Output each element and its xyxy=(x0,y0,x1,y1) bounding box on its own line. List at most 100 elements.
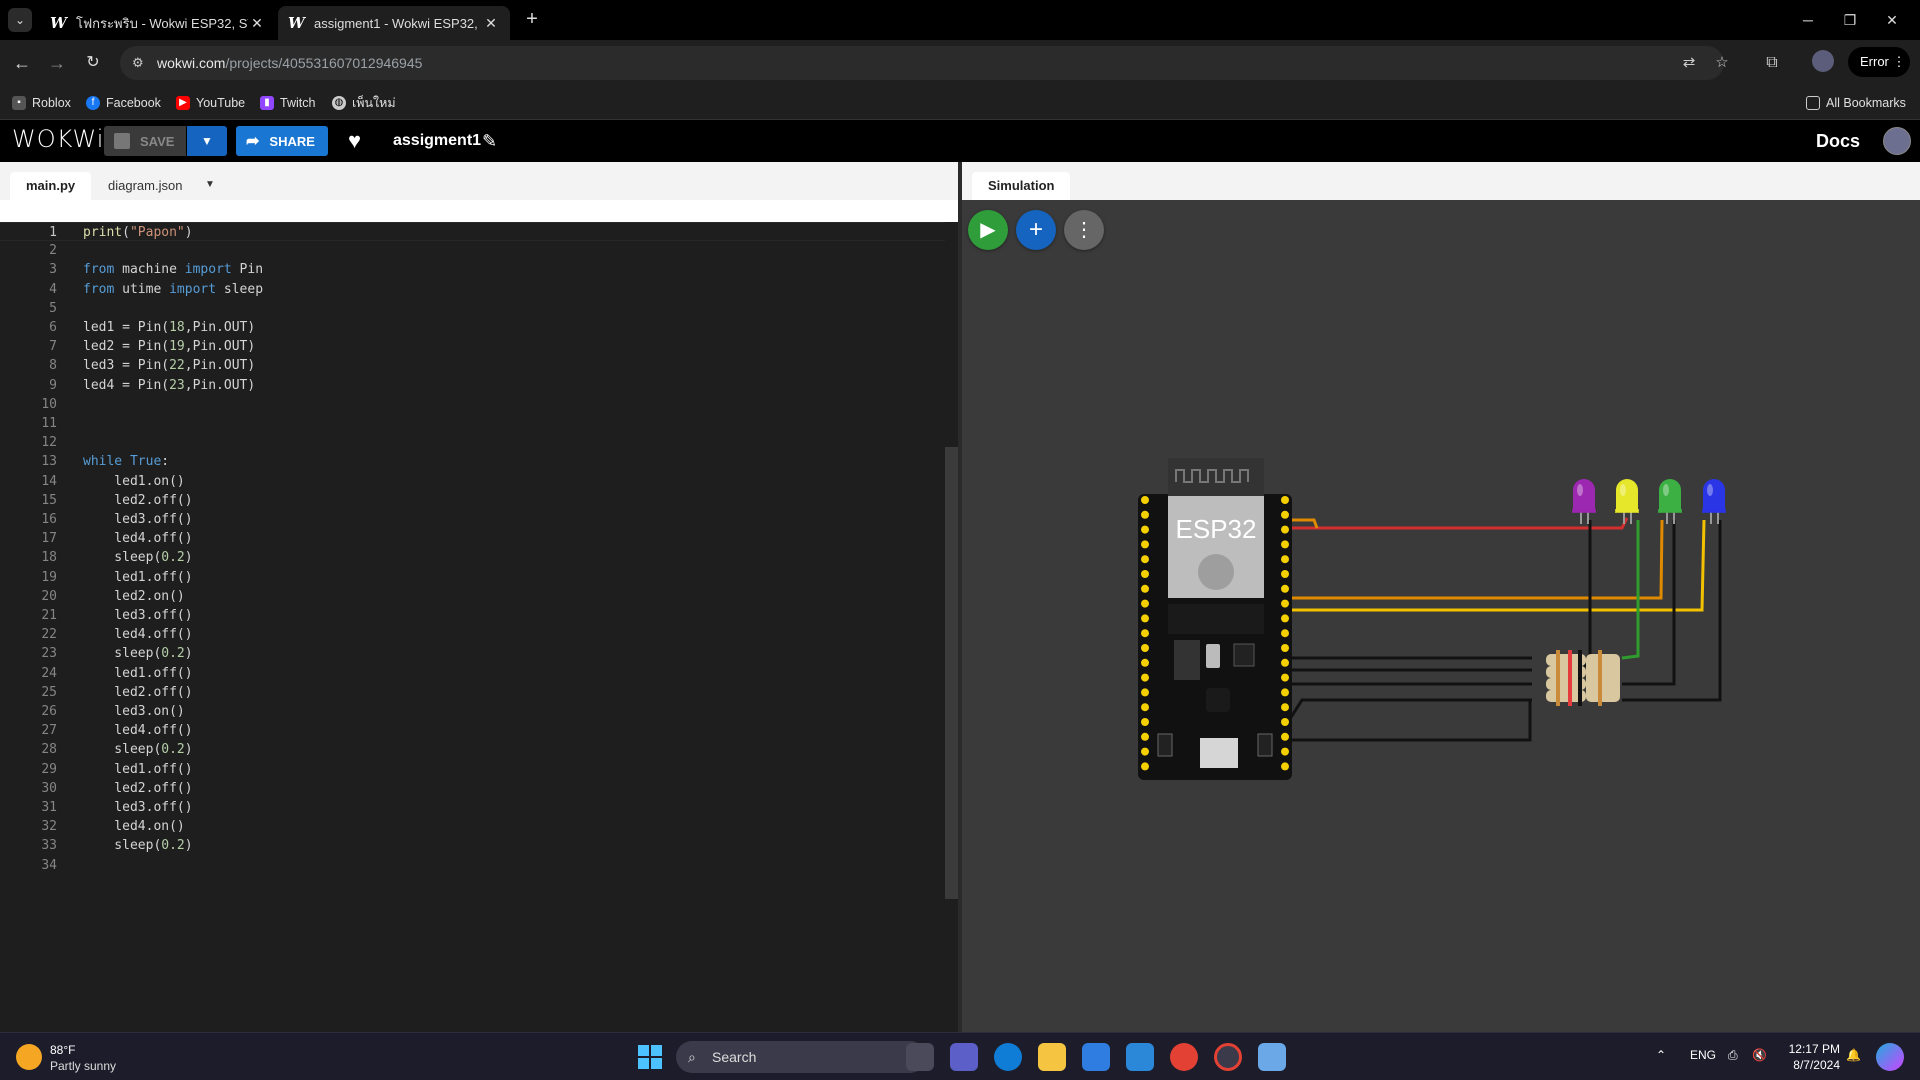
task-view-icon[interactable] xyxy=(906,1043,934,1071)
led-4[interactable] xyxy=(1702,479,1726,524)
gpio-pin[interactable] xyxy=(1281,570,1289,578)
code-line[interactable]: 23 sleep(0.2) xyxy=(0,644,945,663)
gpio-pin[interactable] xyxy=(1281,540,1289,549)
all-bookmarks-button[interactable]: All Bookmarks xyxy=(1806,92,1906,114)
code-line[interactable]: 3 from machine import Pin xyxy=(0,260,945,279)
code-line[interactable]: 14 led1.on() xyxy=(0,472,945,491)
gpio-pin[interactable] xyxy=(1141,510,1149,519)
en-button[interactable] xyxy=(1157,733,1173,757)
bookmark-youtube[interactable]: ▶ YouTube xyxy=(176,92,245,114)
copilot-icon[interactable] xyxy=(1876,1043,1904,1071)
back-button[interactable]: ← xyxy=(9,50,35,76)
gpio-pin[interactable] xyxy=(1141,762,1149,771)
gpio-pin[interactable] xyxy=(1281,658,1289,667)
chrome-icon[interactable] xyxy=(1170,1043,1198,1071)
boot-button[interactable] xyxy=(1257,733,1273,757)
code-line[interactable]: 5 xyxy=(0,299,945,318)
gpio-pin[interactable] xyxy=(1141,555,1149,564)
volume-muted-icon[interactable]: 🔇 xyxy=(1752,1048,1767,1062)
gpio-pin[interactable] xyxy=(1141,688,1149,697)
gpio-pin[interactable] xyxy=(1141,614,1149,623)
led-2[interactable] xyxy=(1615,479,1639,524)
code-line[interactable]: 33 sleep(0.2) xyxy=(0,836,945,855)
weather-sun-icon[interactable] xyxy=(16,1044,42,1070)
code-line[interactable]: 9 led4 = Pin(23,Pin.OUT) xyxy=(0,376,945,395)
tab-main-py[interactable]: main.py xyxy=(10,172,92,200)
code-line[interactable]: 26 led3.on() xyxy=(0,702,945,721)
gpio-pin[interactable] xyxy=(1141,732,1149,741)
gpio-pin[interactable] xyxy=(1281,703,1289,712)
code-line[interactable]: 24 led1.off() xyxy=(0,664,945,683)
gpio-pin[interactable] xyxy=(1281,718,1289,726)
gpio-pin[interactable] xyxy=(1281,629,1289,638)
bookmark-thai[interactable]: ◍ เพ็นใหม่ xyxy=(332,92,396,114)
teams-icon[interactable] xyxy=(950,1043,978,1071)
code-editor[interactable]: 1 print("Papon") 2 3 from machine import Pin… xyxy=(0,222,960,1032)
share-button[interactable]: ➦ SHARE xyxy=(236,126,328,156)
tab-search-button[interactable]: ⌄ xyxy=(8,8,32,32)
edge-icon[interactable] xyxy=(994,1043,1022,1071)
resistor-array[interactable] xyxy=(1546,650,1620,706)
code-line[interactable]: 19 led1.off() xyxy=(0,568,945,587)
code-line[interactable]: 29 led1.off() xyxy=(0,760,945,779)
gpio-pin[interactable] xyxy=(1141,540,1149,549)
gpio-pin[interactable] xyxy=(1281,525,1289,534)
project-name[interactable]: assigment1 xyxy=(393,132,481,150)
wire-black-gpio4[interactable] xyxy=(1286,698,1532,723)
code-line[interactable]: 7 led2 = Pin(19,Pin.OUT) xyxy=(0,337,945,356)
code-line[interactable]: 15 led2.off() xyxy=(0,491,945,510)
reload-button[interactable]: ↻ xyxy=(80,50,106,76)
start-button[interactable] xyxy=(638,1045,662,1069)
code-line[interactable]: 18 sleep(0.2) xyxy=(0,548,945,567)
gpio-pin[interactable] xyxy=(1141,599,1149,608)
code-line[interactable]: 34 xyxy=(0,856,945,875)
gpio-pin[interactable] xyxy=(1141,644,1149,652)
esp32-board[interactable]: ESP32 xyxy=(1138,458,1292,780)
code-line[interactable]: 1 print("Papon") xyxy=(0,222,945,241)
docs-link[interactable]: Docs xyxy=(1816,131,1860,152)
wokwi-logo[interactable]: WOKWi xyxy=(12,125,104,153)
chrome-profile-icon[interactable] xyxy=(1214,1043,1242,1071)
gpio-pin[interactable] xyxy=(1141,718,1149,726)
extensions-icon[interactable]: ⧉ xyxy=(1759,50,1785,76)
save-dropdown-button[interactable]: ▼ xyxy=(187,126,227,156)
gpio-pin[interactable] xyxy=(1141,525,1149,534)
bookmark-facebook[interactable]: f Facebook xyxy=(86,92,161,114)
address-bar[interactable]: ⚙ wokwi.com/projects/405531607012946945 xyxy=(120,46,1724,80)
network-icon[interactable]: ⎙ xyxy=(1728,1048,1738,1063)
close-tab-icon[interactable]: ✕ xyxy=(248,15,266,32)
editor-scrollbar[interactable] xyxy=(945,447,958,899)
gpio-pin[interactable] xyxy=(1281,496,1289,504)
gpio-pin[interactable] xyxy=(1281,762,1289,771)
led-3[interactable] xyxy=(1658,479,1682,524)
mail-icon[interactable] xyxy=(1126,1043,1154,1071)
language-indicator[interactable]: ENG xyxy=(1690,1048,1716,1062)
bookmark-star-icon[interactable]: ☆ xyxy=(1712,53,1732,73)
store-icon[interactable] xyxy=(1082,1043,1110,1071)
code-line[interactable]: 30 led2.off() xyxy=(0,779,945,798)
gpio-pin[interactable] xyxy=(1141,496,1149,504)
new-tab-button[interactable]: + xyxy=(520,8,544,32)
gpio-pin[interactable] xyxy=(1281,584,1289,593)
code-line[interactable]: 17 led4.off() xyxy=(0,529,945,548)
tab-simulation[interactable]: Simulation xyxy=(972,172,1071,200)
browser-tab-active[interactable]: W assigment1 - Wokwi ESP32, STM ✕ xyxy=(278,6,510,40)
weather-description[interactable]: Partly sunny xyxy=(50,1059,116,1073)
gpio-pin[interactable] xyxy=(1281,555,1289,564)
code-line[interactable]: 12 xyxy=(0,433,945,452)
close-window-button[interactable]: ✕ xyxy=(1872,8,1912,32)
code-line[interactable]: 13 while True: xyxy=(0,452,945,471)
weather-temperature[interactable]: 88°F xyxy=(50,1043,75,1057)
simulation-canvas[interactable]: ▶ + ⋮ ESP32 xyxy=(962,200,1920,1032)
bookmark-roblox[interactable]: ▪ Roblox xyxy=(12,92,71,114)
code-line[interactable]: 28 sleep(0.2) xyxy=(0,740,945,759)
code-line[interactable]: 6 led1 = Pin(18,Pin.OUT) xyxy=(0,318,945,337)
save-button[interactable]: SAVE xyxy=(104,126,186,156)
gpio-pin[interactable] xyxy=(1281,510,1289,519)
like-heart-icon[interactable]: ♥ xyxy=(348,128,361,154)
wire-yellow-led3[interactable] xyxy=(1288,519,1664,600)
tab-diagram-json[interactable]: diagram.json xyxy=(92,172,198,200)
gpio-pin[interactable] xyxy=(1281,599,1289,608)
code-line[interactable]: 11 xyxy=(0,414,945,433)
gpio-pin[interactable] xyxy=(1281,747,1289,756)
